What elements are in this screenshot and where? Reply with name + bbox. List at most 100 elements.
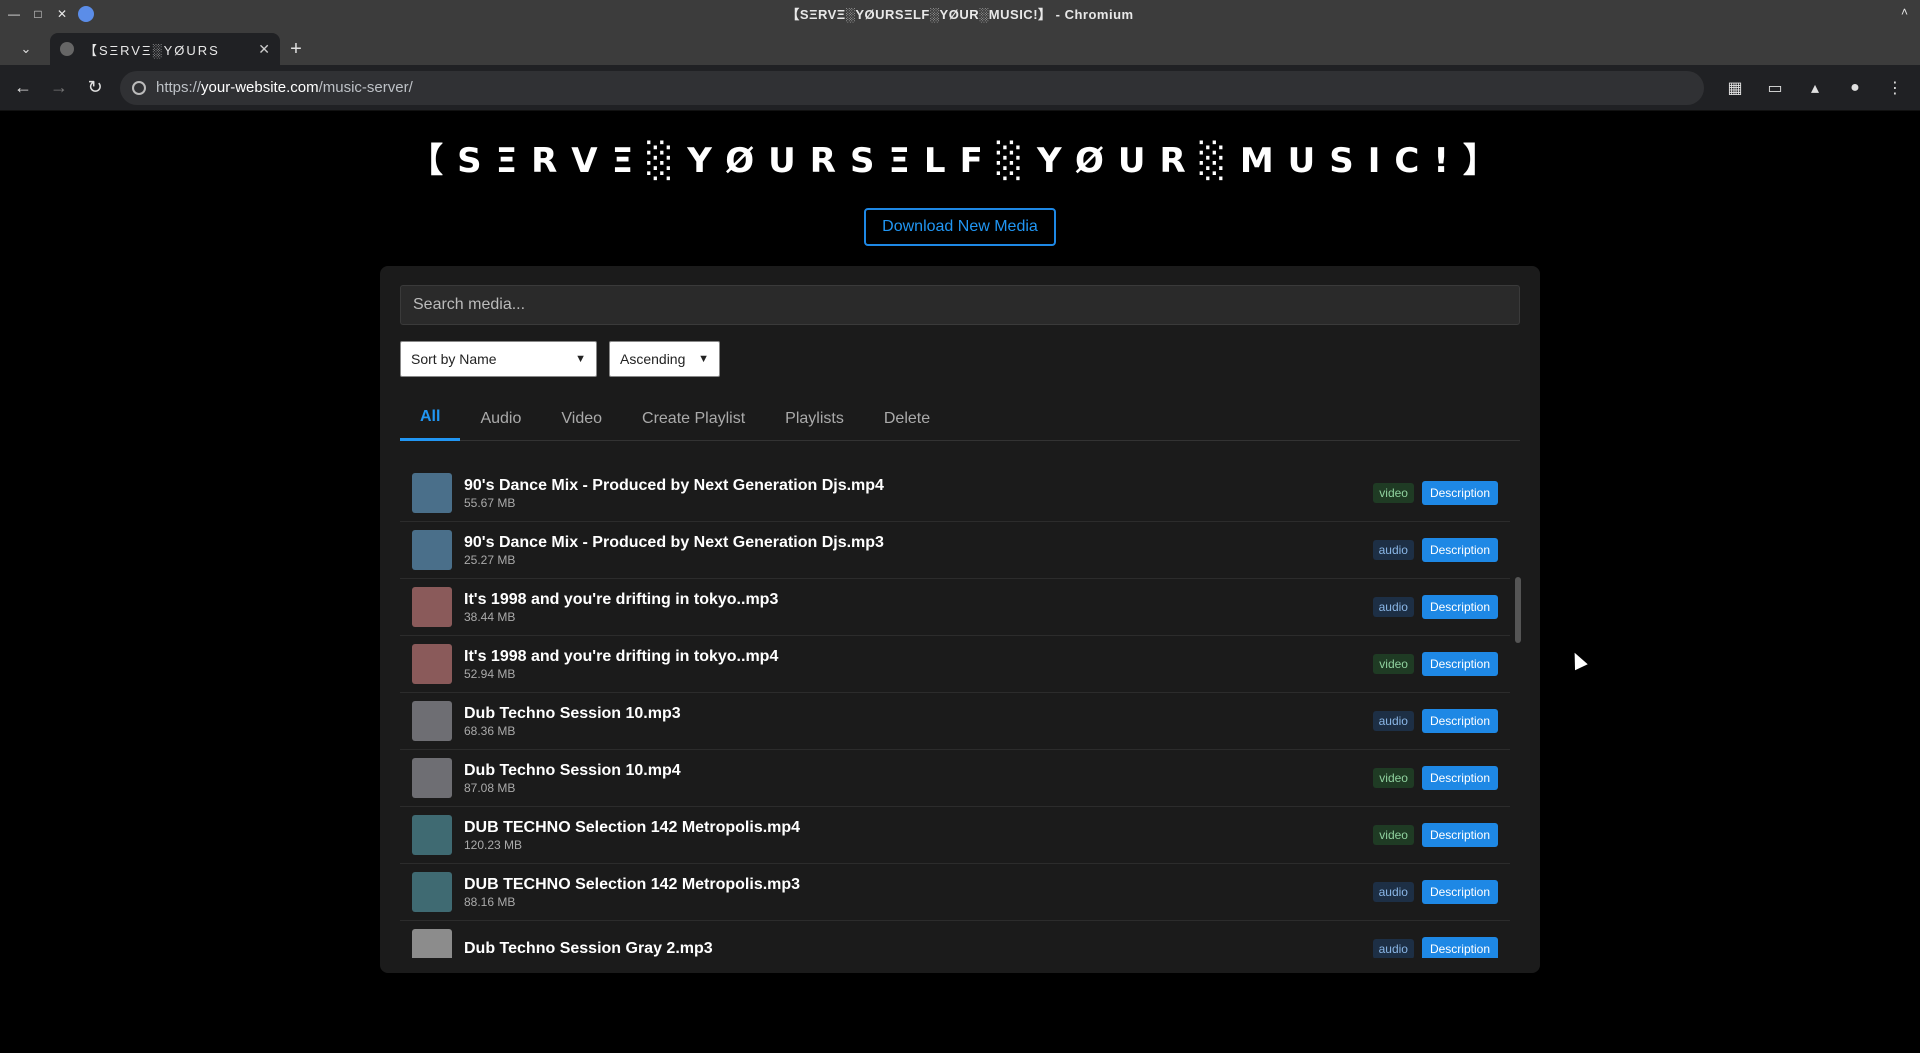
media-name[interactable]: It's 1998 and you're drifting in tokyo..… [464, 647, 1373, 667]
chevron-down-icon: ▼ [575, 353, 586, 365]
description-button[interactable]: Description [1421, 766, 1498, 790]
media-name[interactable]: 90's Dance Mix - Produced by Next Genera… [464, 476, 1373, 496]
profile-avatar-icon[interactable]: ● [1844, 79, 1866, 97]
media-size: 88.16 MB [464, 895, 516, 909]
tab-list-chevron-icon[interactable]: ⌄ [12, 33, 40, 65]
media-name[interactable]: It's 1998 and you're drifting in tokyo..… [464, 590, 1373, 610]
description-button[interactable]: Description [1421, 652, 1498, 676]
browser-tab-active[interactable]: 【SΞRVΞ░YØURS ✕ [50, 33, 280, 65]
media-row[interactable]: Dub Techno Session 10.mp4 87.08 MB video De… [400, 750, 1510, 807]
order-select-value: Ascending [620, 351, 686, 367]
media-thumbnail[interactable] [412, 929, 452, 958]
media-row[interactable]: It's 1998 and you're drifting in tokyo..… [400, 636, 1510, 693]
web-page: 【SΞRVΞ░YØURSΞLF░YØUR░MUSIC!】 Download Ne… [0, 111, 1920, 1053]
description-button[interactable]: Description [1421, 538, 1498, 562]
order-select[interactable]: Ascending ▼ [609, 341, 720, 377]
media-name[interactable]: Dub Techno Session Gray 2.mp3 [464, 939, 1373, 958]
media-tabs: All Audio Video Create Playlist Playlist… [400, 396, 1520, 441]
url-host: your-website.com [201, 79, 319, 96]
media-name[interactable]: 90's Dance Mix - Produced by Next Genera… [464, 533, 1373, 553]
description-button[interactable]: Description [1421, 880, 1498, 904]
media-row[interactable]: 90's Dance Mix - Produced by Next Genera… [400, 522, 1510, 579]
media-type-badge: audio [1372, 882, 1414, 902]
media-info: It's 1998 and you're drifting in tokyo..… [464, 647, 1373, 681]
media-type-badge: video [1373, 768, 1414, 788]
address-bar[interactable]: https://your-website.com/music-server/ [120, 70, 1704, 105]
tab-all[interactable]: All [400, 396, 461, 441]
media-type-badge: video [1373, 483, 1414, 503]
media-info: DUB TECHNO Selection 142 Metropolis.mp4 1… [464, 818, 1373, 852]
mouse-cursor-icon [1568, 649, 1588, 671]
chromium-app-icon [78, 5, 94, 22]
media-row[interactable]: Dub Techno Session 10.mp3 68.36 MB audio De… [400, 693, 1510, 750]
media-type-badge: video [1373, 825, 1414, 845]
media-list[interactable]: 90's Dance Mix - Produced by Next Genera… [400, 457, 1520, 958]
media-name[interactable]: DUB TECHNO Selection 142 Metropolis.mp3 [464, 875, 1373, 895]
url-path: /music-server/ [318, 79, 413, 96]
description-button[interactable]: Description [1421, 709, 1498, 733]
media-info: Dub Techno Session 10.mp4 87.08 MB [464, 761, 1373, 795]
media-row[interactable]: Dub Techno Session Gray 2.mp3 audio Descri… [400, 921, 1510, 958]
media-type-badge: audio [1372, 540, 1414, 560]
back-arrow-icon[interactable]: ← [8, 73, 38, 103]
tab-delete[interactable]: Delete [864, 396, 950, 441]
tab-favicon-icon [60, 42, 74, 56]
tab-close-icon[interactable]: ✕ [258, 41, 270, 58]
media-thumbnail[interactable] [412, 644, 452, 684]
site-info-icon[interactable] [132, 80, 146, 95]
media-row[interactable]: It's 1998 and you're drifting in tokyo..… [400, 579, 1510, 636]
address-url[interactable]: https://your-website.com/music-server/ [156, 79, 413, 96]
media-list-scrollbar[interactable] [1514, 457, 1522, 958]
tab-title: 【SΞRVΞ░YØURS [84, 42, 220, 58]
translate-icon[interactable]: ▦ [1724, 78, 1746, 98]
media-thumbnail[interactable] [412, 701, 452, 741]
media-panel: Search media... Sort by Name ▼ Ascending… [380, 266, 1540, 973]
media-name[interactable]: Dub Techno Session 10.mp3 [464, 704, 1373, 724]
description-button[interactable]: Description [1421, 823, 1498, 847]
close-window-icon[interactable]: ✕ [54, 6, 70, 22]
media-type-badge: video [1373, 654, 1414, 674]
tab-video[interactable]: Video [541, 396, 622, 441]
media-size: 25.27 MB [464, 553, 516, 567]
tab-create-playlist[interactable]: Create Playlist [622, 396, 765, 441]
minimize-icon[interactable]: — [6, 6, 22, 22]
media-thumbnail[interactable] [412, 530, 452, 570]
media-row[interactable]: DUB TECHNO Selection 142 Metropolis.mp4 1… [400, 807, 1510, 864]
description-button[interactable]: Description [1421, 595, 1498, 619]
media-thumbnail[interactable] [412, 587, 452, 627]
tab-strip: ⌄ 【SΞRVΞ░YØURS ✕ + [0, 27, 1920, 65]
sort-select[interactable]: Sort by Name ▼ [400, 341, 597, 377]
description-button[interactable]: Description [1421, 481, 1498, 505]
forward-arrow-icon[interactable]: → [44, 73, 74, 103]
extensions-puzzle-icon[interactable]: ▭ [1764, 78, 1786, 98]
media-row[interactable]: 90's Dance Mix - Produced by Next Genera… [400, 465, 1510, 522]
media-thumbnail[interactable] [412, 758, 452, 798]
media-size: 52.94 MB [464, 667, 516, 681]
media-type-badge: audio [1372, 711, 1414, 731]
scrollbar-thumb[interactable] [1515, 577, 1521, 643]
tab-playlists[interactable]: Playlists [765, 396, 864, 441]
search-input[interactable]: Search media... [400, 285, 1520, 325]
tab-audio[interactable]: Audio [460, 396, 541, 441]
download-new-media-button[interactable]: Download New Media [864, 208, 1056, 246]
media-info: 90's Dance Mix - Produced by Next Genera… [464, 476, 1373, 510]
maximize-icon[interactable]: □ [30, 6, 46, 22]
media-thumbnail[interactable] [412, 473, 452, 513]
reload-icon[interactable]: ↻ [80, 73, 110, 103]
media-row[interactable]: DUB TECHNO Selection 142 Metropolis.mp3 8… [400, 864, 1510, 921]
media-name[interactable]: DUB TECHNO Selection 142 Metropolis.mp4 [464, 818, 1373, 838]
browser-toolbar: ← → ↻ https://your-website.com/music-ser… [0, 65, 1920, 111]
chevron-down-icon: ▼ [698, 353, 709, 365]
new-tab-plus-icon[interactable]: + [280, 33, 312, 65]
labs-flask-icon[interactable]: ▴ [1804, 78, 1826, 98]
media-info: Dub Techno Session 10.mp3 68.36 MB [464, 704, 1373, 738]
media-size: 55.67 MB [464, 496, 516, 510]
window-menu-caret-icon[interactable]: ˄ [1901, 5, 1908, 19]
media-thumbnail[interactable] [412, 815, 452, 855]
media-info: DUB TECHNO Selection 142 Metropolis.mp3 8… [464, 875, 1373, 909]
media-thumbnail[interactable] [412, 872, 452, 912]
window-titlebar: — □ ✕ 【SΞRVΞ░YØURSΞLF░YØUR░MUSIC!】 - Chr… [0, 0, 1920, 27]
description-button[interactable]: Description [1421, 937, 1498, 958]
media-name[interactable]: Dub Techno Session 10.mp4 [464, 761, 1373, 781]
more-menu-icon[interactable]: ⋮ [1884, 78, 1906, 98]
